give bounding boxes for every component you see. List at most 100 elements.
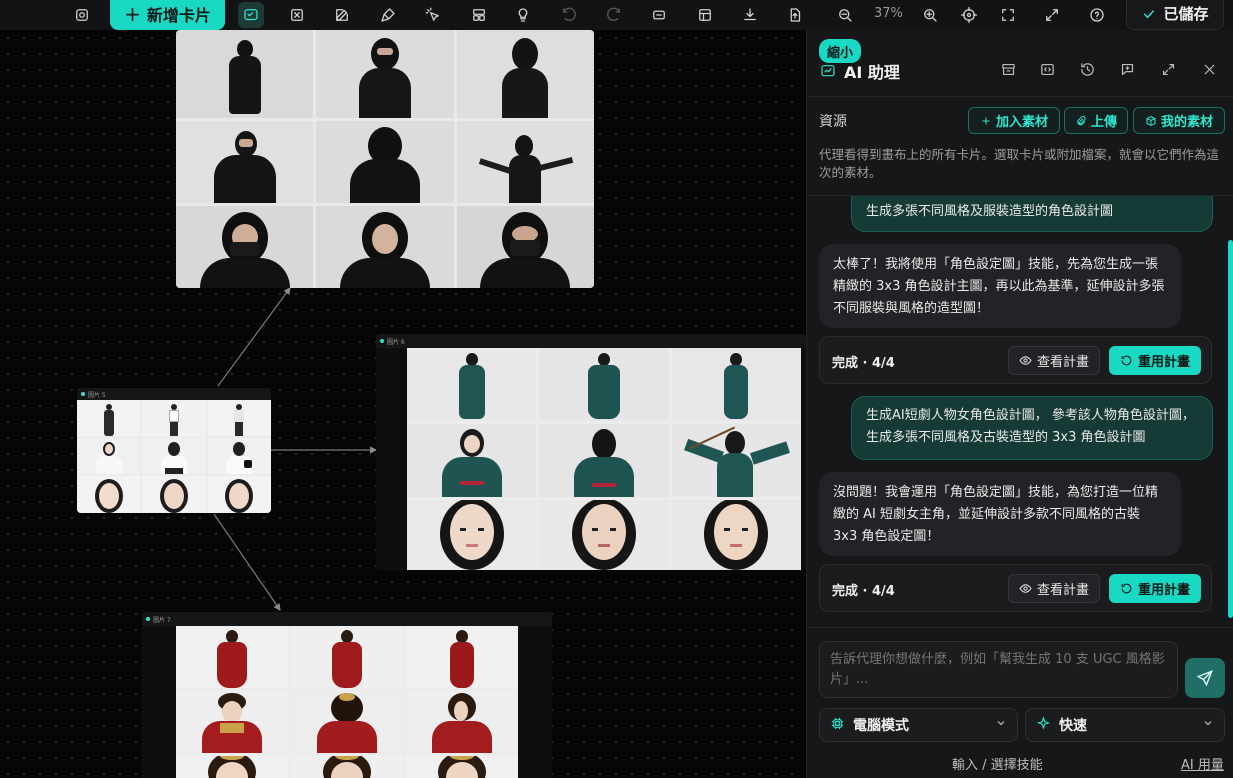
grid-cell <box>176 121 314 203</box>
image-grid <box>407 348 801 570</box>
saved-label: 已儲存 <box>1163 5 1209 23</box>
mode-select-value: 電腦模式 <box>853 718 909 734</box>
mode-select[interactable]: 電腦模式 <box>819 708 1018 742</box>
card-header[interactable]: 圖片 5 <box>77 388 271 400</box>
expand-icon[interactable] <box>1157 58 1179 80</box>
grid-cell <box>671 424 801 497</box>
zoom-level: 37% <box>874 6 903 21</box>
upload-button[interactable]: 上傳 <box>1064 107 1128 134</box>
plan-card: 完成 · 4/4 查看計畫 重用計畫 <box>819 564 1212 612</box>
undo-icon[interactable] <box>556 2 582 28</box>
my-materials-button[interactable]: 我的素材 <box>1133 107 1225 134</box>
grid-cell <box>539 348 669 421</box>
brush-icon[interactable] <box>375 2 401 28</box>
layers-icon[interactable] <box>69 2 95 28</box>
grid-cell <box>291 691 403 753</box>
help-icon[interactable] <box>1084 2 1110 28</box>
table-icon[interactable] <box>692 2 718 28</box>
card-header[interactable]: 圖片 6 <box>376 334 806 348</box>
grid-cell <box>671 348 801 421</box>
upload-label: 上傳 <box>1090 115 1117 130</box>
zoom-out-icon[interactable] <box>832 2 858 28</box>
image-grid <box>77 400 271 513</box>
zoom-in-icon[interactable] <box>917 2 943 28</box>
code-icon[interactable] <box>1036 58 1058 80</box>
grid-cell <box>407 500 537 570</box>
resources-description: 代理看得到畫布上的所有卡片。選取卡片或附加檔案，就會以它們作為這次的素材。 <box>819 147 1220 180</box>
my-materials-label: 我的素材 <box>1160 115 1213 130</box>
grid-cell <box>539 424 669 497</box>
add-card-button[interactable]: + 新增卡片 <box>110 0 225 30</box>
send-icon <box>1196 670 1213 687</box>
chat-icon[interactable] <box>238 2 264 28</box>
card-title: 圖片 7 <box>153 616 171 624</box>
view-plan-button[interactable]: 查看計畫 <box>1008 574 1100 603</box>
add-material-button[interactable]: 加入素材 <box>968 107 1060 134</box>
sparkle-icon <box>1036 715 1051 735</box>
frame-icon[interactable] <box>284 2 310 28</box>
image-card-hanfu[interactable]: 圖片 6 <box>376 334 806 570</box>
fullscreen-icon[interactable] <box>1039 2 1065 28</box>
image-icon <box>146 617 150 621</box>
grid-cell <box>291 756 403 778</box>
ai-usage-link[interactable]: AI 用量 <box>1181 754 1224 773</box>
view-plan-button[interactable]: 查看計畫 <box>1008 346 1100 375</box>
reuse-plan-label: 重用計畫 <box>1137 355 1190 370</box>
grid-cell <box>176 626 288 688</box>
history-icon[interactable] <box>1076 58 1098 80</box>
grid-cell <box>316 30 454 118</box>
grid-cell <box>77 476 141 513</box>
view-plan-label: 查看計畫 <box>1036 355 1089 370</box>
magic-select-icon[interactable] <box>420 2 446 28</box>
image-grid <box>176 626 518 778</box>
prompt-input[interactable] <box>819 641 1178 698</box>
card-view-icon[interactable] <box>646 2 672 28</box>
eye-icon <box>1019 356 1032 365</box>
chat-messages[interactable]: 生成多張不同風格及服裝造型的角色設計圖 太棒了！我將使用「角色設定圖」技能，先為… <box>806 196 1233 626</box>
box-icon <box>1146 115 1156 126</box>
download-icon[interactable] <box>737 2 763 28</box>
view-plan-label: 查看計畫 <box>1036 583 1089 598</box>
target-icon[interactable] <box>956 2 982 28</box>
chat-scrollbar[interactable] <box>1228 240 1233 618</box>
chevron-down-icon <box>995 717 1007 733</box>
canvas-area[interactable]: 圖片 6 圖片 5 圖片 7 <box>0 30 806 778</box>
assistant-message: 太棒了！我將使用「角色設定圖」技能，先為您生成一張精緻的 3x3 角色設計主圖，… <box>819 244 1181 328</box>
card-header[interactable]: 圖片 7 <box>142 612 552 626</box>
speed-select[interactable]: 快速 <box>1025 708 1225 742</box>
plan-card: 完成 · 4/4 查看計畫 重用計畫 <box>819 336 1212 384</box>
new-chat-icon[interactable] <box>1116 58 1138 80</box>
add-material-label: 加入素材 <box>995 115 1048 130</box>
shrink-button[interactable]: 縮小 <box>819 39 862 63</box>
reuse-plan-button[interactable]: 重用計畫 <box>1109 574 1201 603</box>
layout-icon[interactable] <box>466 2 492 28</box>
grid-cell <box>456 30 594 118</box>
resources-label: 資源 <box>819 114 847 130</box>
image-card-casual[interactable]: 圖片 5 <box>77 388 271 513</box>
fit-screen-icon[interactable] <box>995 2 1021 28</box>
select-skill-link[interactable]: 輸入 / 選擇技能 <box>952 754 1043 773</box>
grid-cell <box>406 756 518 778</box>
grid-cell <box>407 348 537 421</box>
grid-cell <box>142 476 206 513</box>
image-card-bridal[interactable]: 圖片 7 <box>142 612 552 778</box>
divider <box>806 96 1233 97</box>
lightbulb-icon[interactable] <box>510 2 536 28</box>
redo-icon[interactable] <box>601 2 627 28</box>
edit-icon[interactable] <box>329 2 355 28</box>
archive-icon[interactable] <box>997 58 1019 80</box>
reuse-plan-button[interactable]: 重用計畫 <box>1109 346 1201 375</box>
ai-chart-icon <box>821 65 835 77</box>
send-button[interactable] <box>1185 658 1225 698</box>
divider <box>806 627 1233 628</box>
grid-cell <box>407 424 537 497</box>
grid-cell <box>176 756 288 778</box>
user-message: 生成多張不同風格及服裝造型的角色設計圖 <box>851 196 1213 232</box>
saved-button[interactable]: 已儲存 <box>1126 0 1224 30</box>
chip-icon <box>830 716 845 735</box>
plan-status: 完成 · 4/4 <box>832 584 895 599</box>
export-icon[interactable] <box>782 2 808 28</box>
close-icon[interactable] <box>1198 58 1220 80</box>
grid-cell <box>142 438 206 474</box>
image-card-ninja[interactable] <box>176 30 594 288</box>
